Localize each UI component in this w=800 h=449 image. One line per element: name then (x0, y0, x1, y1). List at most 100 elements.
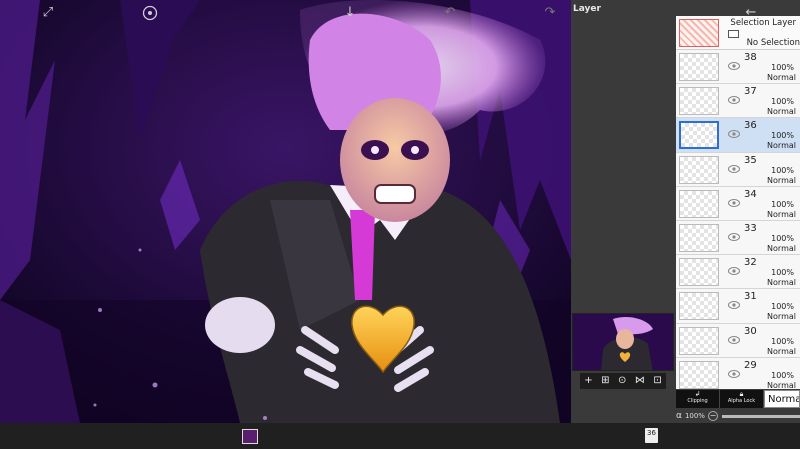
eye-icon[interactable] (728, 232, 740, 241)
layer-row-32[interactable]: 32 100% Normal (676, 255, 800, 290)
fit-icon[interactable]: ⊡ (653, 376, 661, 386)
drawing-canvas[interactable] (0, 0, 571, 423)
selection-layer-title: Selection Layer (730, 18, 796, 28)
layer-thumbnail (679, 189, 719, 218)
layer-thumbnail (679, 258, 719, 287)
layer-row-38[interactable]: 38 100% Normal (676, 50, 800, 85)
layer-list[interactable]: Selection Layer No Selection 38 100% Nor… (676, 16, 800, 389)
eye-icon[interactable] (728, 62, 740, 70)
layer-number: 29 (744, 359, 757, 371)
layer-thumbnail (679, 292, 719, 321)
layer-opacity: 100% (771, 63, 794, 72)
layer-opacity: 100% (771, 165, 794, 175)
camera-icon[interactable]: ⊙ (618, 376, 626, 386)
clipping-icon: ↲ (694, 390, 701, 398)
layer-opacity: 100% (771, 268, 794, 278)
selection-layer-row[interactable]: Selection Layer No Selection (676, 16, 800, 50)
flip-icon[interactable]: ⋈ (635, 376, 645, 386)
lock-icon: 🔒︎ (739, 390, 744, 398)
alpha-slider[interactable] (721, 414, 800, 418)
layer-number: 34 (744, 188, 757, 200)
app-window: Layer + ⊞ ⊙ ⋈ ⊡ Selection Layer No Selec… (0, 0, 800, 449)
alpha-lock-button[interactable]: 🔒︎ Alpha Lock (720, 390, 764, 408)
layer-number: 33 (744, 222, 757, 234)
selection-icon (728, 30, 739, 38)
eye-icon[interactable] (728, 369, 740, 378)
layer-thumbnail (679, 223, 719, 252)
layer-thumbnail (679, 53, 719, 81)
layer-blend-mode: Normal (767, 312, 796, 322)
layer-blend-mode: Normal (767, 175, 796, 185)
layer-opacity: 100% (771, 302, 794, 312)
alpha-decrease-button[interactable]: − (707, 411, 718, 421)
layers-icon[interactable]: 36 (645, 428, 658, 443)
eye-icon[interactable] (728, 164, 740, 173)
layer-number: 36 (744, 120, 757, 132)
layer-opacity: 100% (771, 370, 794, 380)
layer-blend-mode: Normal (767, 209, 796, 219)
layer-blend-mode: Normal (767, 278, 796, 288)
artwork (0, 0, 571, 423)
download-icon[interactable]: ↓ (342, 5, 358, 21)
layer-opacity: 100% (771, 97, 794, 107)
layer-blend-mode: Normal (767, 141, 796, 151)
preview-image (573, 314, 673, 370)
layer-blend-mode: Normal (767, 346, 796, 356)
layer-row-35[interactable]: 35 100% Normal (676, 152, 800, 187)
layer-opacity: 100% (771, 131, 794, 141)
layer-thumbnail (679, 155, 719, 184)
layer-number: 31 (744, 291, 757, 303)
layer-thumbnail (679, 360, 719, 389)
layer-thumbnail (679, 121, 719, 150)
eye-icon[interactable] (728, 198, 740, 207)
clipping-button[interactable]: ↲ Clipping (676, 390, 720, 408)
alpha-value: 100% (684, 412, 705, 420)
layer-row-29[interactable]: 29 100% Normal (676, 357, 800, 389)
blend-bar: ↲ Clipping 🔒︎ Alpha Lock Normal (676, 390, 800, 408)
blend-mode-select[interactable]: Normal (764, 390, 800, 408)
color-swatch[interactable] (242, 429, 258, 444)
layer-thumbnail (679, 87, 719, 116)
layer-row-33[interactable]: 33 100% Normal (676, 220, 800, 256)
alpha-lock-label: Alpha Lock (727, 398, 756, 404)
layer-number: 30 (744, 325, 757, 337)
eye-icon[interactable] (728, 335, 740, 344)
layer-blend-mode: Normal (767, 380, 796, 389)
layer-number: 32 (744, 257, 757, 269)
layer-blend-mode: Normal (767, 73, 796, 82)
preview-toolbar: + ⊞ ⊙ ⋈ ⊡ (580, 373, 666, 389)
alpha-symbol: α (676, 411, 682, 421)
layer-row-34[interactable]: 34 100% Normal (676, 186, 800, 221)
layer-opacity: 100% (771, 233, 794, 243)
layer-panel-title: Layer (573, 4, 601, 14)
back-icon[interactable]: ← (743, 5, 759, 21)
layer-blend-mode: Normal (767, 107, 796, 117)
undo-icon[interactable]: ↶ (442, 5, 458, 21)
eye-icon[interactable] (728, 301, 740, 310)
layer-row-36[interactable]: 36 100% Normal (676, 118, 800, 153)
layer-blend-mode: Normal (767, 243, 796, 253)
canvas-preview[interactable] (572, 313, 674, 371)
clipping-label: Clipping (687, 398, 708, 404)
bottom-toolbar (0, 423, 800, 449)
layer-number: 35 (744, 154, 757, 166)
selection-layer-value: No Selection (746, 38, 800, 48)
redo-icon[interactable]: ↷ (542, 5, 558, 21)
layer-thumbnail (679, 326, 719, 355)
eye-icon[interactable] (728, 267, 740, 276)
selection-layer-thumbnail (679, 19, 719, 47)
layer-opacity: 100% (771, 199, 794, 209)
layer-row-31[interactable]: 31 100% Normal (676, 289, 800, 324)
layer-opacity: 100% (771, 336, 794, 346)
eye-icon[interactable] (728, 130, 740, 139)
alpha-bar: α 100% − (676, 409, 800, 423)
add-layer-icon[interactable]: + (584, 376, 592, 386)
add-special-layer-icon[interactable]: ⊞ (601, 376, 609, 386)
layer-number: 38 (744, 52, 757, 63)
layer-row-37[interactable]: 37 100% Normal (676, 84, 800, 119)
transform-icon[interactable]: ⤢ (40, 5, 56, 21)
eye-icon[interactable] (728, 96, 740, 105)
layer-number: 37 (744, 86, 757, 98)
layer-row-30[interactable]: 30 100% Normal (676, 323, 800, 358)
brush-size-icon[interactable] (141, 5, 159, 21)
